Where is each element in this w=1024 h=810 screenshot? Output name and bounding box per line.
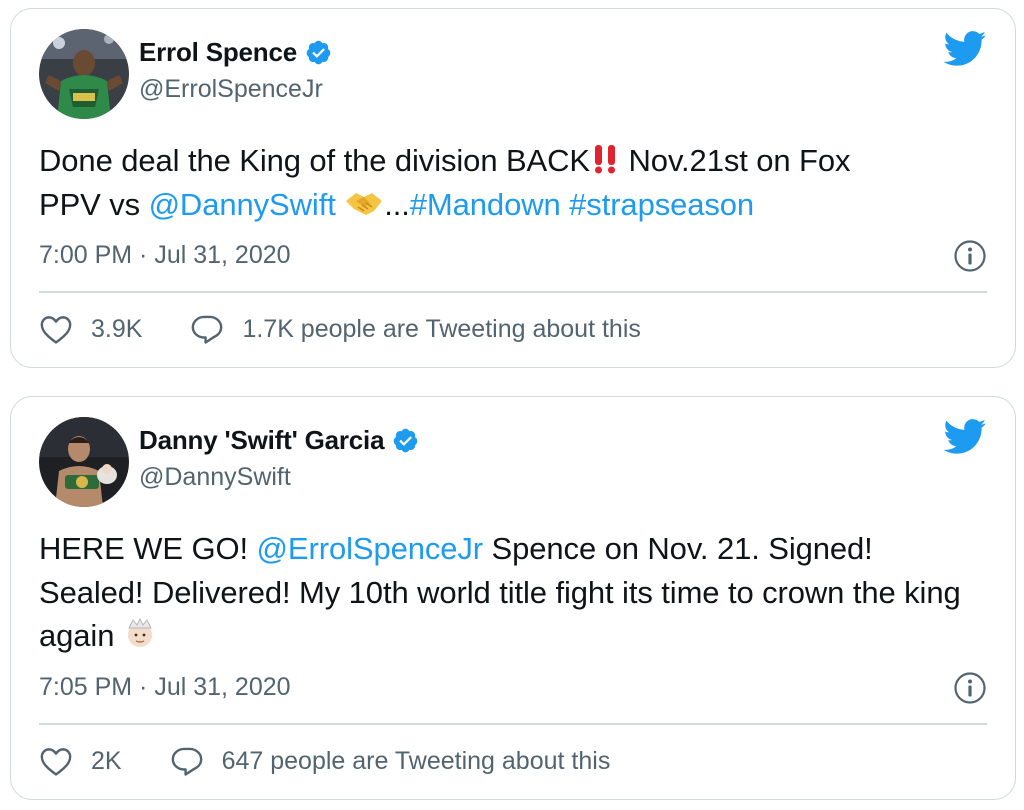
avatar[interactable] [39,417,129,507]
display-name[interactable]: Danny 'Swift' Garcia [139,425,385,456]
tweet-text-segment: Nov.21st on Fox [620,143,851,178]
tweet-text-segment: HERE WE GO! [39,531,257,566]
tweet-card[interactable]: Errol Spence @ErrolSpenceJr Done deal th… [10,8,1016,368]
handshake-icon [346,192,383,215]
tweet-text-segment: Done deal the King of the division BACK [39,143,590,178]
mention-link[interactable]: @ErrolSpenceJr [257,531,484,566]
verified-badge-icon [394,428,418,453]
conversation-text: 1.7K people are Tweeting about this [242,314,641,343]
like-count: 3.9K [91,314,143,343]
tweet-actions: 2K 647 people are Tweeting about this [39,745,610,777]
reply-bubble-icon [171,747,202,776]
heart-icon [40,316,72,344]
divider [39,723,987,725]
conversation-button[interactable]: 1.7K people are Tweeting about this [190,313,641,345]
twitter-bird-icon[interactable] [943,31,987,67]
tweet-text-segment: ... [384,186,410,222]
tweet-actions: 3.9K 1.7K people are Tweeting about this [39,313,641,345]
conversation-button[interactable]: 647 people are Tweeting about this [170,745,611,777]
prince-crown-icon [127,617,152,647]
verified-badge-icon [306,40,331,65]
hashtag-link[interactable]: #strapseason [569,187,754,222]
divider [39,291,987,293]
heart-icon [40,748,72,776]
info-icon[interactable] [953,671,987,705]
user-handle[interactable]: @DannySwift [139,463,291,492]
display-name[interactable]: Errol Spence [139,37,297,68]
user-handle[interactable]: @ErrolSpenceJr [139,75,323,104]
like-button[interactable]: 3.9K [39,313,142,345]
timestamp[interactable]: 7:00 PM · Jul 31, 2020 [39,241,291,270]
info-icon[interactable] [953,239,987,273]
tweet-text-segment [561,187,570,222]
like-button[interactable]: 2K [39,745,122,777]
twitter-bird-icon[interactable] [943,419,987,455]
avatar[interactable] [39,29,129,119]
tweet-text: HERE WE GO! @ErrolSpenceJr Spence on Nov… [39,527,985,658]
tweet-text: Done deal the King of the division BACK … [39,139,985,226]
timestamp[interactable]: 7:05 PM · Jul 31, 2020 [39,673,291,702]
reply-bubble-icon [192,315,223,344]
mention-link[interactable]: @DannySwift [149,187,336,222]
tweet-card[interactable]: Danny 'Swift' Garcia @DannySwift HERE WE… [10,396,1016,800]
hashtag-link[interactable]: #Mandown [410,187,561,222]
conversation-text: 647 people are Tweeting about this [221,746,611,775]
tweet-text-segment: PPV vs [39,186,149,222]
like-count: 2K [91,746,122,775]
double-exclamation-icon [595,145,615,174]
